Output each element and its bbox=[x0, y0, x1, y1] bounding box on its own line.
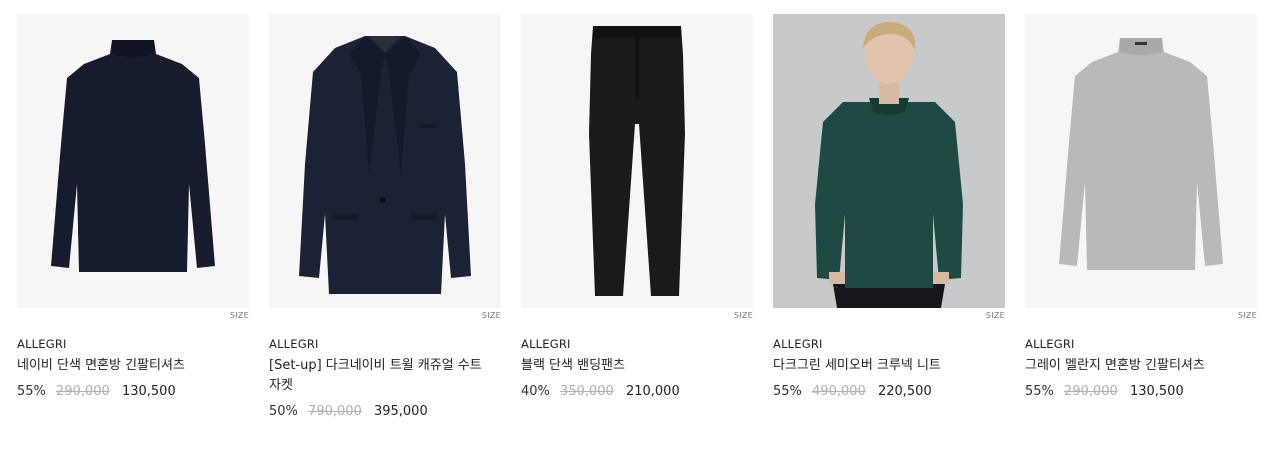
sale-price: 210,000 bbox=[625, 384, 680, 399]
discount-rate: 55% bbox=[1025, 384, 1054, 399]
product-grid: SIZE ALLEGRI 네이비 단색 면혼방 긴팔티셔츠 55% 290,00… bbox=[0, 0, 1265, 453]
original-price: 350,000 bbox=[560, 384, 614, 399]
sale-price: 130,500 bbox=[121, 384, 176, 399]
price-row: 40% 350,000 210,000 bbox=[521, 384, 753, 400]
price-row: 55% 290,000 130,500 bbox=[1025, 384, 1257, 400]
sale-price: 220,500 bbox=[877, 384, 932, 399]
product-image[interactable] bbox=[521, 14, 753, 308]
brand-label: ALLEGRI bbox=[773, 337, 823, 351]
original-price: 290,000 bbox=[1064, 384, 1118, 399]
product-name[interactable]: 블랙 단색 밴딩팬츠 bbox=[521, 356, 753, 376]
product-card[interactable]: SIZE ALLEGRI [Set-up] 다크네이비 트윌 캐쥬얼 수트 자켓… bbox=[269, 14, 501, 420]
brand-label: ALLEGRI bbox=[521, 337, 571, 351]
size-link[interactable]: SIZE bbox=[1025, 311, 1257, 323]
original-price: 290,000 bbox=[56, 384, 110, 399]
brand-label: ALLEGRI bbox=[1025, 337, 1075, 351]
size-link[interactable]: SIZE bbox=[269, 311, 501, 323]
price-row: 55% 290,000 130,500 bbox=[17, 384, 249, 400]
price-row: 55% 490,000 220,500 bbox=[773, 384, 1005, 400]
sale-price: 130,500 bbox=[1129, 384, 1184, 399]
product-name[interactable]: 그레이 멜란지 면혼방 긴팔티셔츠 bbox=[1025, 356, 1257, 376]
product-image[interactable] bbox=[269, 14, 501, 308]
discount-rate: 50% bbox=[269, 404, 298, 419]
product-name[interactable]: 네이비 단색 면혼방 긴팔티셔츠 bbox=[17, 356, 249, 376]
product-image[interactable] bbox=[773, 14, 1005, 308]
navy-blazer-icon bbox=[299, 36, 471, 294]
product-image[interactable] bbox=[17, 14, 249, 308]
size-link[interactable]: SIZE bbox=[773, 311, 1005, 323]
product-card[interactable]: SIZE ALLEGRI 그레이 멜란지 면혼방 긴팔티셔츠 55% 290,0… bbox=[1025, 14, 1257, 400]
model-green-knit-sweater-icon bbox=[773, 14, 1005, 308]
product-card[interactable]: SIZE ALLEGRI 블랙 단색 밴딩팬츠 40% 350,000 210,… bbox=[521, 14, 753, 400]
black-pants-icon bbox=[589, 26, 685, 296]
original-price: 790,000 bbox=[308, 404, 362, 419]
price-row: 50% 790,000 395,000 bbox=[269, 404, 501, 420]
product-name[interactable]: [Set-up] 다크네이비 트윌 캐쥬얼 수트 자켓 bbox=[269, 356, 501, 396]
product-image[interactable] bbox=[1025, 14, 1257, 308]
grey-mockneck-longsleeve-icon bbox=[1059, 38, 1223, 270]
product-card[interactable]: SIZE ALLEGRI 다크그린 세미오버 크루넥 니트 55% 490,00… bbox=[773, 14, 1005, 400]
discount-rate: 55% bbox=[17, 384, 46, 399]
brand-label: ALLEGRI bbox=[17, 337, 67, 351]
navy-mockneck-longsleeve-icon bbox=[51, 40, 215, 272]
brand-label: ALLEGRI bbox=[269, 337, 319, 351]
size-link[interactable]: SIZE bbox=[521, 311, 753, 323]
product-card[interactable]: SIZE ALLEGRI 네이비 단색 면혼방 긴팔티셔츠 55% 290,00… bbox=[17, 14, 249, 400]
product-name[interactable]: 다크그린 세미오버 크루넥 니트 bbox=[773, 356, 1005, 376]
discount-rate: 40% bbox=[521, 384, 550, 399]
discount-rate: 55% bbox=[773, 384, 802, 399]
size-link[interactable]: SIZE bbox=[17, 311, 249, 323]
original-price: 490,000 bbox=[812, 384, 866, 399]
sale-price: 395,000 bbox=[373, 404, 428, 419]
